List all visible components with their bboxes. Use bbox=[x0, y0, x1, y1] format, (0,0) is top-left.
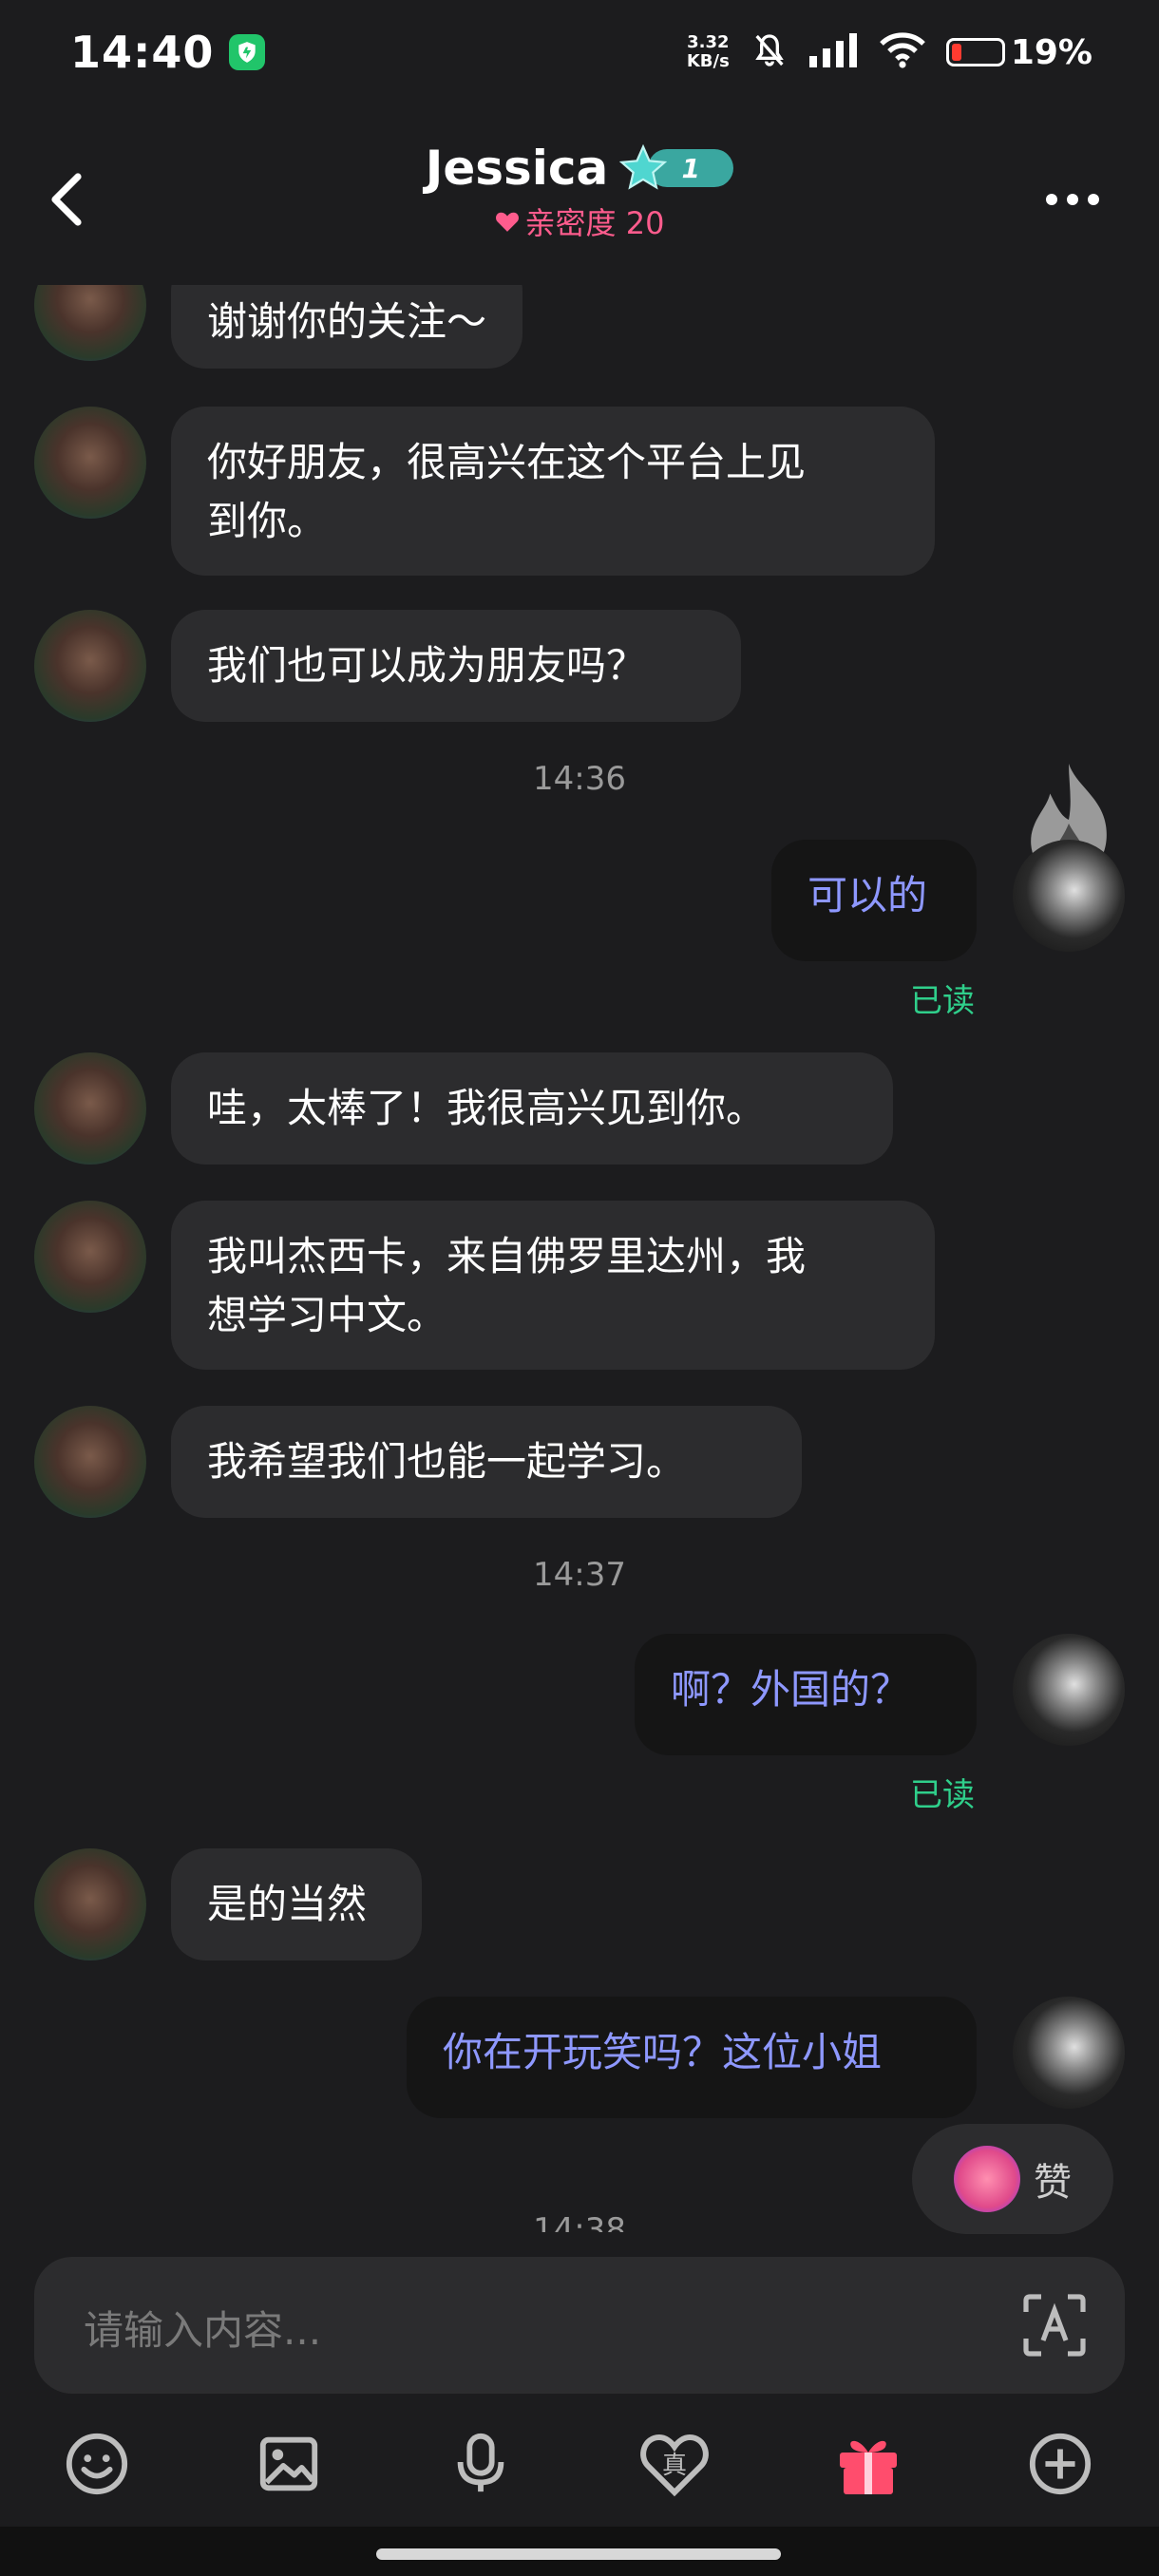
status-bar: 14:40 3.32 KB/s 19% bbox=[0, 0, 1159, 104]
message-timestamp: 14:37 bbox=[533, 1556, 626, 1594]
chat-messages[interactable]: 谢谢你的关注～ 你好朋友，很高兴在这个平台上见 到你。 我们也可以成为朋友吗？ … bbox=[0, 285, 1159, 2232]
message-text: 我们也可以成为朋友吗？ bbox=[207, 642, 647, 689]
verify-heart-button[interactable]: 真 bbox=[636, 2426, 712, 2502]
mute-bell-icon bbox=[750, 31, 788, 73]
battery-icon bbox=[945, 38, 1005, 66]
read-status: 已读 bbox=[910, 1776, 975, 1814]
battery-percent: 19% bbox=[1010, 32, 1092, 72]
message-text: 谢谢你的关注～ bbox=[207, 298, 487, 345]
contact-name: Jessica bbox=[425, 141, 609, 196]
more-actions-button[interactable] bbox=[1022, 2426, 1098, 2502]
thumbs-up-icon bbox=[954, 2146, 1020, 2212]
message-text: 啊？外国的？ bbox=[671, 1666, 911, 1713]
message-bubble-sent[interactable]: 啊？外国的？ bbox=[635, 1634, 977, 1755]
message-bubble-received[interactable]: 我希望我们也能一起学习。 bbox=[171, 1406, 802, 1518]
more-dots-icon bbox=[1046, 194, 1099, 205]
wifi-icon bbox=[879, 32, 925, 72]
intimacy-label: 亲密度 20 bbox=[524, 205, 665, 241]
input-placeholder: 请输入内容... bbox=[84, 2307, 322, 2354]
title-block: Jessica 1 亲密度 20 bbox=[0, 141, 1159, 243]
gift-button[interactable] bbox=[830, 2426, 906, 2502]
network-speed-unit: KB/s bbox=[686, 51, 730, 71]
heart-icon bbox=[495, 212, 519, 232]
contact-avatar[interactable] bbox=[34, 1052, 146, 1165]
message-text-line: 到你。 bbox=[207, 498, 328, 544]
emoji-icon bbox=[66, 2433, 128, 2495]
network-speed: 3.32 KB/s bbox=[687, 33, 730, 71]
battery-indicator: 19% bbox=[945, 32, 1092, 72]
message-timestamp: 14:36 bbox=[533, 760, 626, 798]
contact-avatar[interactable] bbox=[34, 1848, 146, 1960]
network-speed-value: 3.32 bbox=[687, 32, 730, 52]
voice-button[interactable] bbox=[443, 2426, 519, 2502]
message-text: 是的当然 bbox=[207, 1881, 368, 1927]
message-bubble-sent[interactable]: 你在开玩笑吗？这位小姐 bbox=[407, 1997, 977, 2118]
star-icon bbox=[619, 143, 668, 190]
text-scan-icon[interactable] bbox=[1022, 2293, 1087, 2358]
read-status: 已读 bbox=[910, 982, 975, 1020]
contact-avatar[interactable] bbox=[34, 407, 146, 519]
status-time: 14:40 bbox=[70, 27, 215, 78]
message-text-line: 我叫杰西卡，来自佛罗里达州，我 bbox=[207, 1233, 807, 1279]
status-right: 3.32 KB/s 19% bbox=[687, 31, 1092, 73]
chat-toolbar: 真 bbox=[0, 2413, 1159, 2517]
message-text-line: 想学习中文。 bbox=[207, 1292, 447, 1338]
my-avatar[interactable] bbox=[1013, 840, 1125, 952]
message-text: 我希望我们也能一起学习。 bbox=[207, 1438, 687, 1485]
heart-verify-icon: 真 bbox=[640, 2434, 709, 2497]
contact-avatar[interactable] bbox=[34, 285, 146, 361]
emoji-button[interactable] bbox=[59, 2426, 135, 2502]
message-bubble-received[interactable]: 我叫杰西卡，来自佛罗里达州，我 想学习中文。 bbox=[171, 1201, 935, 1370]
message-bubble-sent[interactable]: 可以的 bbox=[771, 840, 977, 961]
status-left: 14:40 bbox=[70, 27, 266, 78]
like-label: 赞 bbox=[1034, 2161, 1072, 2205]
signal-icon bbox=[808, 33, 859, 71]
verify-char: 真 bbox=[662, 2452, 687, 2480]
message-bubble-received[interactable]: 我们也可以成为朋友吗？ bbox=[171, 610, 741, 722]
message-bubble-received[interactable]: 哇，太棒了！我很高兴见到你。 bbox=[171, 1052, 893, 1165]
more-options-button[interactable] bbox=[1039, 171, 1106, 228]
message-text: 你在开玩笑吗？这位小姐 bbox=[443, 2029, 883, 2075]
like-button[interactable]: 赞 bbox=[912, 2124, 1113, 2234]
my-avatar[interactable] bbox=[1013, 1997, 1125, 2109]
image-button[interactable] bbox=[251, 2426, 327, 2502]
home-indicator[interactable] bbox=[376, 2548, 781, 2560]
message-bubble-received[interactable]: 是的当然 bbox=[171, 1848, 422, 1960]
plus-icon bbox=[1029, 2433, 1092, 2495]
intimacy-indicator: 亲密度 20 bbox=[495, 199, 665, 243]
gift-icon bbox=[840, 2440, 897, 2494]
contact-avatar[interactable] bbox=[34, 1201, 146, 1313]
message-bubble-received[interactable]: 你好朋友，很高兴在这个平台上见 到你。 bbox=[171, 407, 935, 576]
message-text-line: 你好朋友，很高兴在这个平台上见 bbox=[207, 439, 807, 485]
chat-header: Jessica 1 亲密度 20 bbox=[0, 133, 1159, 266]
message-text: 可以的 bbox=[808, 872, 928, 919]
message-input-field[interactable]: 请输入内容... bbox=[34, 2257, 1125, 2394]
microphone-icon bbox=[457, 2433, 504, 2492]
my-avatar[interactable] bbox=[1013, 1634, 1125, 1746]
message-text: 哇，太棒了！我很高兴见到你。 bbox=[207, 1085, 767, 1131]
contact-avatar[interactable] bbox=[34, 610, 146, 722]
contact-avatar[interactable] bbox=[34, 1406, 146, 1518]
level-badge: 1 bbox=[618, 143, 734, 190]
image-icon bbox=[259, 2436, 318, 2491]
message-bubble-received[interactable]: 谢谢你的关注～ bbox=[171, 285, 523, 369]
security-shield-icon bbox=[229, 34, 266, 70]
